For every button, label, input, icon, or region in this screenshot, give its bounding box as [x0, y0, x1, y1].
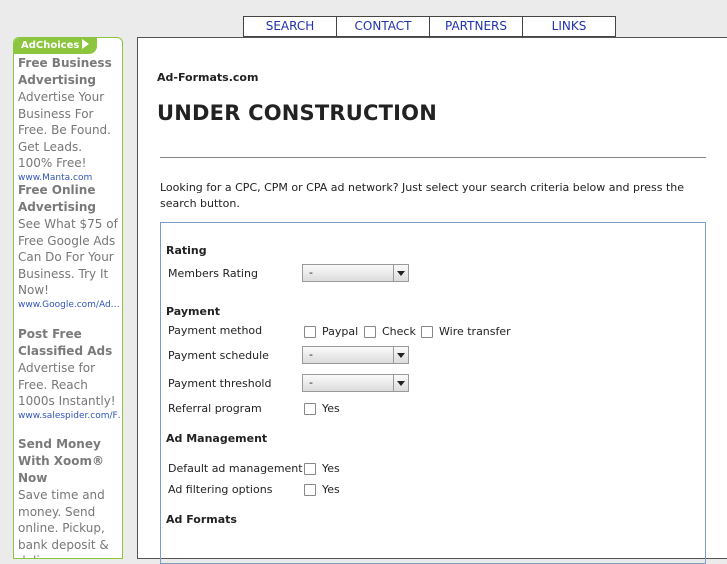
nav-search[interactable]: SEARCH: [243, 16, 336, 37]
ad-title[interactable]: Send Money With Xoom® Now: [18, 436, 120, 487]
ad-item: Free Online Advertising See What $75 of …: [18, 182, 120, 311]
members-rating-label: Members Rating: [168, 267, 258, 280]
section-heading-ad-management: Ad Management: [166, 432, 268, 445]
ad-url[interactable]: www.Google.com/Ad…: [18, 299, 120, 311]
payment-method-check[interactable]: Check: [364, 325, 416, 338]
section-heading-ad-formats: Ad Formats: [166, 513, 237, 526]
payment-method-wire[interactable]: Wire transfer: [421, 325, 511, 338]
chevron-down-icon: [393, 265, 408, 281]
page-title: UNDER CONSTRUCTION: [157, 101, 437, 125]
chevron-down-icon: [393, 375, 408, 391]
nav-partners[interactable]: PARTNERS: [429, 16, 522, 37]
payment-method-label: Payment method: [168, 324, 263, 337]
payment-threshold-value: -: [309, 376, 313, 389]
ad-url[interactable]: www.salespider.com/F…: [18, 410, 120, 422]
ad-filtering-yes[interactable]: Yes: [304, 483, 340, 496]
adchoices-play-icon: [82, 39, 90, 49]
members-rating-select[interactable]: -: [302, 264, 409, 282]
default-ad-management-label: Default ad management: [168, 462, 303, 475]
nav-links[interactable]: LINKS: [522, 16, 616, 37]
ad-title[interactable]: Free Business Advertising: [18, 55, 120, 89]
ad-description: Advertise Your Business For Free. Be Fou…: [18, 90, 111, 170]
checkbox-icon[interactable]: [364, 325, 376, 338]
ad-description: Advertise for Free. Reach 1000s Instantl…: [18, 361, 116, 408]
ad-description: Save time and money. Send online. Pickup…: [18, 488, 109, 558]
members-rating-value: -: [309, 266, 313, 279]
payment-schedule-label: Payment schedule: [168, 349, 269, 362]
ad-filtering-label: Ad filtering options: [168, 483, 273, 496]
nav-contact[interactable]: CONTACT: [336, 16, 429, 37]
adchoices-label: AdChoices: [21, 40, 80, 51]
section-heading-rating: Rating: [166, 244, 207, 257]
ad-item: Post Free Classified Ads Advertise for F…: [18, 326, 120, 422]
checkbox-label: Yes: [322, 402, 340, 415]
checkbox-icon[interactable]: [421, 325, 433, 338]
payment-schedule-select[interactable]: -: [302, 346, 409, 364]
referral-program-yes[interactable]: Yes: [304, 402, 340, 415]
ad-description: See What $75 of Free Google Ads Can Do F…: [18, 217, 118, 297]
top-nav: SEARCH CONTACT PARTNERS LINKS: [243, 16, 616, 37]
main-panel: Ad-Formats.com UNDER CONSTRUCTION Lookin…: [137, 37, 727, 564]
default-ad-management-yes[interactable]: Yes: [304, 462, 340, 475]
ad-item: Send Money With Xoom® Now Save time and …: [18, 436, 120, 558]
site-name: Ad-Formats.com: [157, 71, 259, 84]
checkbox-icon[interactable]: [304, 462, 316, 475]
payment-threshold-select[interactable]: -: [302, 374, 409, 392]
ads-sidebar: AdChoices Free Business Advertising Adve…: [13, 37, 123, 559]
checkbox-label: Yes: [322, 462, 340, 475]
ad-title[interactable]: Post Free Classified Ads: [18, 326, 120, 360]
divider: [160, 157, 706, 158]
checkbox-label: Wire transfer: [439, 325, 511, 338]
payment-method-paypal[interactable]: Paypal: [304, 325, 358, 338]
payment-threshold-label: Payment threshold: [168, 377, 272, 390]
adchoices-badge[interactable]: AdChoices: [14, 38, 98, 54]
checkbox-label: Check: [382, 325, 416, 338]
checkbox-icon[interactable]: [304, 325, 316, 338]
referral-program-label: Referral program: [168, 402, 262, 415]
intro-text: Looking for a CPC, CPM or CPA ad network…: [160, 181, 685, 210]
section-heading-payment: Payment: [166, 305, 221, 318]
checkbox-icon[interactable]: [304, 483, 316, 496]
payment-schedule-value: -: [309, 348, 313, 361]
checkbox-label: Yes: [322, 483, 340, 496]
search-form: Rating Members Rating - Payment Payment …: [160, 222, 706, 564]
ad-item: Free Business Advertising Advertise Your…: [18, 55, 120, 184]
ad-title[interactable]: Free Online Advertising: [18, 182, 120, 216]
chevron-down-icon: [393, 347, 408, 363]
checkbox-label: Paypal: [322, 325, 359, 338]
checkbox-icon[interactable]: [304, 402, 316, 415]
